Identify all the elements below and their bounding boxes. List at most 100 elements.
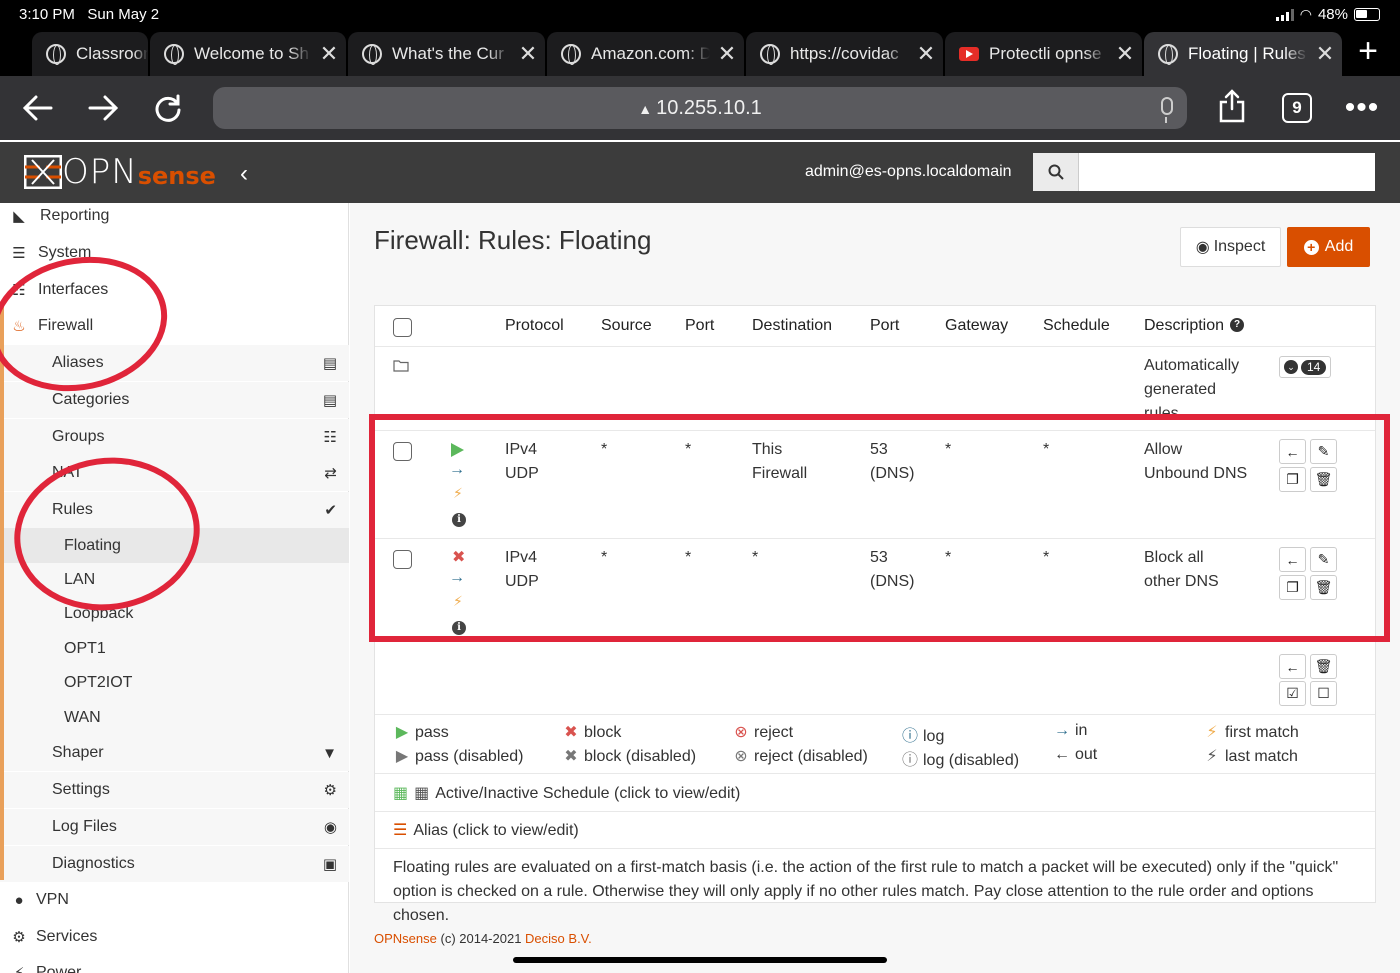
row-checkbox[interactable] bbox=[393, 442, 412, 461]
sidebar-item-aliases[interactable]: Aliases ▤ bbox=[0, 345, 349, 381]
sidebar-item-floating[interactable]: Floating bbox=[0, 528, 349, 563]
sidebar-item-label: Rules bbox=[52, 501, 93, 518]
browser-tab[interactable]: Amazon.com: D ✕ bbox=[547, 32, 744, 76]
port-name: (DNS) bbox=[870, 465, 915, 482]
close-tab-icon[interactable]: ✕ bbox=[312, 41, 346, 67]
reload-icon[interactable] bbox=[148, 88, 188, 128]
row-checkbox[interactable] bbox=[393, 550, 412, 569]
disable-selected-button[interactable]: ☐ bbox=[1310, 681, 1337, 706]
sidebar-item-interfaces[interactable]: ☷ Interfaces bbox=[0, 272, 349, 308]
address-bar[interactable]: ▲ 10.255.10.1 bbox=[213, 87, 1187, 129]
legend-label: in bbox=[1075, 722, 1088, 739]
sidebar-item-label: OPT2IOT bbox=[64, 674, 133, 691]
table-row[interactable]: ✖ → ⚡ i IPv4 UDP * * * 53 (DNS) * * Block … bbox=[375, 539, 1375, 646]
sidebar-item-wan[interactable]: WAN bbox=[0, 700, 349, 735]
sidebar-item-shaper[interactable]: Shaper ▼ bbox=[0, 735, 349, 771]
sidebar-item-system[interactable]: ☰ System bbox=[0, 235, 349, 271]
expand-auto-rules-button[interactable]: ⌄ 14 bbox=[1279, 356, 1332, 378]
move-before-button[interactable]: ← bbox=[1279, 439, 1306, 464]
clone-button[interactable]: ❐ bbox=[1279, 575, 1306, 600]
protocol-type: UDP bbox=[505, 465, 539, 482]
legend-pass: ▶ pass bbox=[393, 722, 449, 742]
delete-button[interactable]: 🗑 bbox=[1310, 575, 1337, 600]
close-tab-icon[interactable]: ✕ bbox=[1308, 41, 1342, 67]
sidebar-item-groups[interactable]: Groups ☷ bbox=[0, 419, 349, 455]
page-title: Firewall: Rules: Floating bbox=[374, 225, 652, 255]
sidebar-item-opt2iot[interactable]: OPT2IOT bbox=[0, 666, 349, 700]
edit-button[interactable]: ✎ bbox=[1310, 439, 1337, 464]
move-selected-button[interactable]: ← bbox=[1279, 654, 1306, 679]
tab-title: Welcome to Sh bbox=[194, 44, 309, 63]
warning-icon: ▲ bbox=[638, 101, 653, 117]
footer-company-link[interactable]: Deciso B.V. bbox=[525, 931, 592, 946]
sidebar-item-loopback[interactable]: Loopback bbox=[0, 597, 349, 631]
opnsense-logo[interactable]: OPN sense bbox=[24, 152, 216, 192]
sidebar-item-rules[interactable]: Rules ✔ bbox=[0, 492, 349, 528]
sidebar-item-label: Services bbox=[36, 928, 98, 945]
browser-tab[interactable]: https://covidac ✕ bbox=[746, 32, 943, 76]
inspect-button[interactable]: ◉ Inspect bbox=[1180, 227, 1281, 267]
edit-button[interactable]: ✎ bbox=[1310, 547, 1337, 572]
sidebar-item-vpn[interactable]: ● VPN bbox=[0, 882, 349, 918]
browser-tab[interactable]: Protectli opnse ✕ bbox=[945, 32, 1142, 76]
help-icon[interactable]: ? bbox=[1230, 318, 1244, 332]
first-match-icon: ⚡ bbox=[453, 593, 463, 609]
close-tab-icon[interactable]: ✕ bbox=[909, 41, 943, 67]
rule-gateway: * bbox=[945, 549, 952, 566]
note-line: Floating rules are evaluated on a first-… bbox=[393, 859, 1339, 876]
sidebar-item-diagnostics[interactable]: Diagnostics ▣ bbox=[0, 846, 349, 882]
delete-selected-button[interactable]: 🗑 bbox=[1310, 654, 1337, 679]
forward-arrow-icon[interactable] bbox=[83, 88, 123, 128]
sidebar-item-categories[interactable]: Categories ▤ bbox=[0, 382, 349, 418]
move-before-button[interactable]: ← bbox=[1279, 547, 1306, 572]
tab-title: What's the Cur bbox=[392, 44, 504, 63]
direction-in-icon: → bbox=[449, 461, 465, 478]
info-icon[interactable]: i bbox=[452, 621, 466, 635]
pass-icon[interactable] bbox=[451, 443, 464, 457]
close-tab-icon[interactable]: ✕ bbox=[1108, 41, 1142, 67]
enable-selected-button[interactable]: ☑ bbox=[1279, 681, 1306, 706]
close-tab-icon[interactable]: ✕ bbox=[511, 41, 545, 67]
check-icon: ✔ bbox=[324, 502, 337, 519]
sidebar-item-opt1[interactable]: OPT1 bbox=[0, 631, 349, 666]
share-icon[interactable] bbox=[1212, 86, 1252, 126]
footer-brand-link[interactable]: OPNsense bbox=[374, 931, 437, 946]
new-tab-button[interactable]: + bbox=[1350, 34, 1386, 70]
user-account[interactable]: admin@es-opns.localdomain bbox=[805, 163, 1012, 181]
add-button[interactable]: + Add bbox=[1287, 227, 1370, 267]
browser-tab-active[interactable]: Floating | Rules ✕ bbox=[1144, 32, 1342, 76]
cogs-icon: ⚙ bbox=[323, 782, 337, 799]
back-arrow-icon[interactable] bbox=[18, 88, 58, 128]
filter-icon: ▼ bbox=[322, 744, 337, 762]
sidebar-item-firewall[interactable]: ♨ Firewall bbox=[0, 308, 349, 344]
sidebar-item-nat[interactable]: NAT ⇄ bbox=[0, 455, 349, 491]
list-icon: ▤ bbox=[322, 355, 337, 372]
close-tab-icon[interactable]: ✕ bbox=[710, 41, 744, 67]
browser-tab[interactable]: Classroom bbox=[32, 32, 148, 76]
more-options-icon[interactable]: ••• bbox=[1342, 88, 1382, 128]
table-row[interactable]: → ⚡ i IPv4 UDP * * This Firewall 53 (DNS) *… bbox=[375, 431, 1375, 538]
port-number: 53 bbox=[870, 441, 888, 458]
auto-rules-row[interactable]: Automatically generated rules ⌄ 14 bbox=[375, 347, 1375, 415]
sidebar-item-settings[interactable]: Settings ⚙ bbox=[0, 772, 349, 808]
globe-icon: ● bbox=[14, 891, 24, 909]
microphone-icon[interactable] bbox=[1161, 97, 1173, 123]
select-all-checkbox[interactable] bbox=[393, 318, 412, 337]
tab-count-button[interactable]: 9 bbox=[1282, 93, 1312, 123]
browser-tab[interactable]: What's the Cur ✕ bbox=[348, 32, 545, 76]
info-icon[interactable]: i bbox=[452, 513, 466, 527]
sidebar-item-lan[interactable]: LAN bbox=[0, 563, 349, 597]
search-icon[interactable] bbox=[1033, 153, 1079, 191]
sidebar-item-log-files[interactable]: Log Files ◉ bbox=[0, 809, 349, 845]
search-input[interactable] bbox=[1079, 153, 1375, 191]
sidebar-item-power[interactable]: ⚡ Power bbox=[0, 955, 349, 973]
sidebar-item-reporting[interactable]: ◣ Reporting bbox=[0, 198, 349, 234]
delete-button[interactable]: 🗑 bbox=[1310, 467, 1337, 492]
browser-tab[interactable]: Welcome to Sh ✕ bbox=[150, 32, 346, 76]
collapse-sidebar-icon[interactable]: ‹ bbox=[240, 160, 248, 188]
sidebar-item-services[interactable]: ⚙ Services bbox=[0, 919, 349, 955]
block-icon[interactable]: ✖ bbox=[452, 547, 465, 567]
search-box[interactable] bbox=[1033, 153, 1375, 191]
globe-icon bbox=[1158, 44, 1178, 65]
clone-button[interactable]: ❐ bbox=[1279, 467, 1306, 492]
